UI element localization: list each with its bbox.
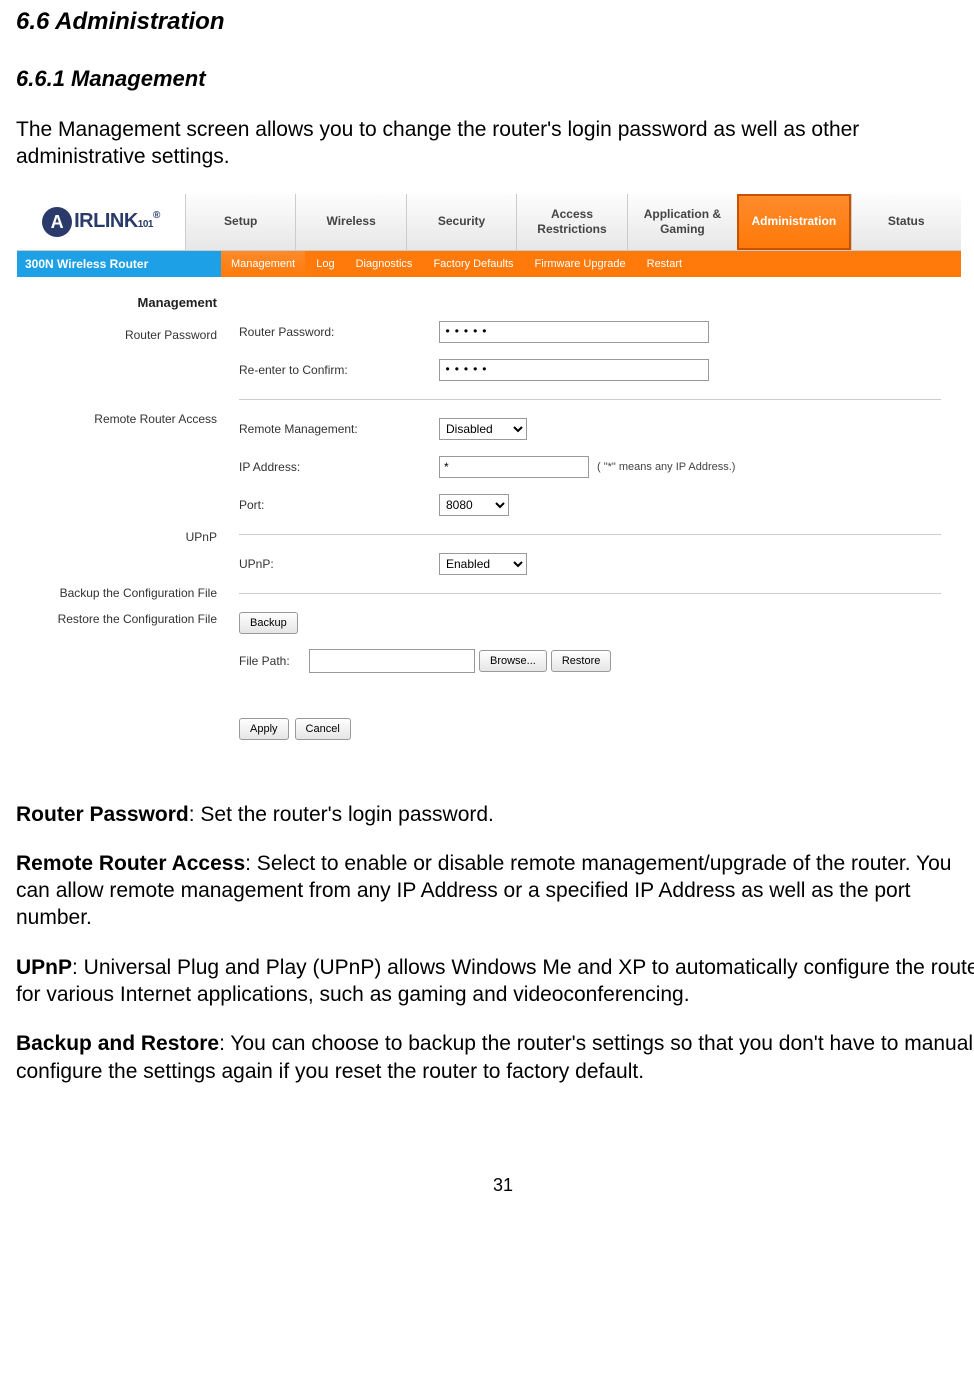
tab-administration[interactable]: Administration [737,194,850,250]
desc-remote-access: Remote Router Access: Select to enable o… [16,850,974,932]
tab-wireless[interactable]: Wireless [295,194,405,250]
divider-line [239,593,941,594]
intro-paragraph: The Management screen allows you to chan… [16,116,974,171]
subtab-factory-defaults[interactable]: Factory Defaults [423,251,523,277]
heading-subsection: 6.6.1 Management [16,66,974,92]
side-label-router-password: Router Password [17,316,217,348]
side-label-upnp: UPnP [17,518,217,550]
label-remote-management: Remote Management: [239,422,439,436]
desc-remote-access-head: Remote Router Access [16,852,245,875]
subtab-diagnostics[interactable]: Diagnostics [346,251,423,277]
tab-access-restrictions[interactable]: Access Restrictions [516,194,626,250]
select-upnp[interactable]: Enabled [439,553,527,575]
input-reenter-password[interactable] [439,359,709,381]
logo-icon: A [42,207,72,237]
label-router-password: Router Password: [239,325,439,339]
tab-status[interactable]: Status [851,194,961,250]
apply-button[interactable]: Apply [239,718,289,740]
page-number: 31 [16,1175,974,1196]
main-tab-bar: A IRLINK101® Setup Wireless Security Acc… [17,194,961,251]
divider-line [239,399,941,400]
desc-backup-restore: Backup and Restore: You can choose to ba… [16,1030,974,1085]
router-admin-screenshot: A IRLINK101® Setup Wireless Security Acc… [16,193,962,761]
row-ip-address: IP Address: ( "*" means any IP Address.) [239,448,941,486]
tab-application-gaming[interactable]: Application & Gaming [627,194,737,250]
row-backup: Backup [239,604,941,642]
side-label-remote-access: Remote Router Access [17,400,217,432]
cancel-button[interactable]: Cancel [295,718,351,740]
restore-button[interactable]: Restore [551,650,612,672]
label-ip-address: IP Address: [239,460,439,474]
side-labels: Management Router Password Remote Router… [17,277,229,760]
divider-line [239,534,941,535]
desc-router-password: Router Password: Set the router's login … [16,801,974,828]
section-title-management: Management [17,285,217,316]
select-remote-management[interactable]: Disabled [439,418,527,440]
backup-button[interactable]: Backup [239,612,298,634]
desc-upnp-head: UPnP [16,956,72,979]
select-port[interactable]: 8080 [439,494,509,516]
subtab-restart[interactable]: Restart [637,251,692,277]
desc-upnp: UPnP: Universal Plug and Play (UPnP) all… [16,954,974,1009]
row-router-password: Router Password: [239,313,941,351]
note-ip-wildcard: ( "*" means any IP Address.) [597,461,735,473]
row-upnp: UPnP: Enabled [239,545,941,583]
desc-router-password-head: Router Password [16,803,189,826]
input-router-password[interactable] [439,321,709,343]
input-ip-address[interactable] [439,456,589,478]
logo: A IRLINK101® [17,194,185,250]
sub-tab-bar: 300N Wireless Router Management Log Diag… [17,251,961,277]
label-upnp: UPnP: [239,557,439,571]
heading-section: 6.6 Administration [16,8,974,36]
content-area: Management Router Password Remote Router… [17,277,961,760]
row-remote-management: Remote Management: Disabled [239,410,941,448]
side-label-backup: Backup the Configuration File [17,574,217,606]
subtab-firmware-upgrade[interactable]: Firmware Upgrade [525,251,636,277]
side-label-restore: Restore the Configuration File [17,606,217,632]
row-apply-cancel: Apply Cancel [239,708,941,744]
browse-button[interactable]: Browse... [479,650,547,672]
input-file-path[interactable] [309,649,475,673]
desc-backup-restore-head: Backup and Restore [16,1032,219,1055]
row-reenter-password: Re-enter to Confirm: [239,351,941,389]
subtab-management[interactable]: Management [221,251,305,277]
logo-text: IRLINK101® [74,210,160,233]
tab-security[interactable]: Security [406,194,516,250]
label-port: Port: [239,498,439,512]
label-file-path: File Path: [239,654,309,668]
model-label: 300N Wireless Router [17,251,221,277]
subtab-log[interactable]: Log [306,251,344,277]
main-form: Router Password: Re-enter to Confirm: Re… [229,277,961,760]
label-reenter-password: Re-enter to Confirm: [239,363,439,377]
tab-setup[interactable]: Setup [185,194,295,250]
row-port: Port: 8080 [239,486,941,524]
row-restore: File Path: Browse... Restore [239,642,941,680]
